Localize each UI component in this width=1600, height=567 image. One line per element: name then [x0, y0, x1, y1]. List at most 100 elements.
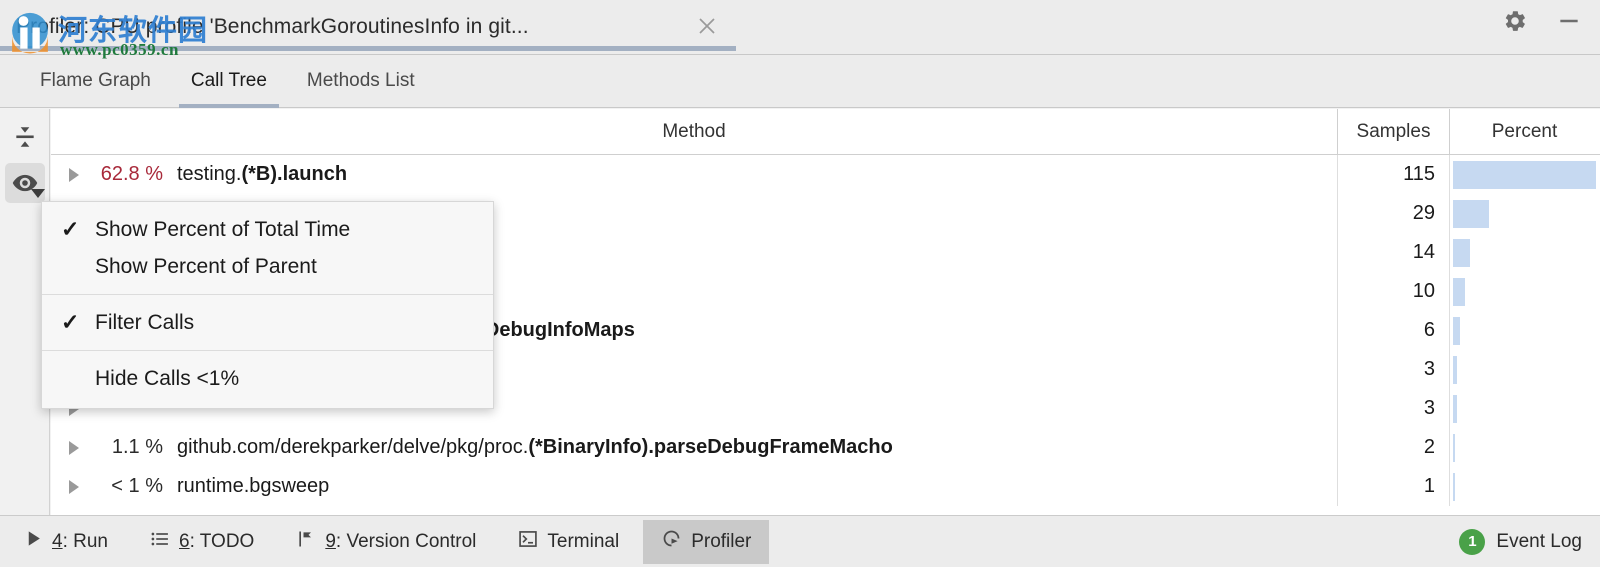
- close-icon[interactable]: [695, 14, 719, 38]
- cell-percent-bar: [1449, 233, 1599, 272]
- cell-method-name: runtime.bgsweep: [177, 475, 329, 498]
- percent-bar: [1453, 238, 1471, 267]
- cell-percent-bar: [1449, 311, 1599, 350]
- event-log-label: Event Log: [1496, 530, 1582, 552]
- cell-percent-bar: [1449, 428, 1599, 467]
- method-package: runtime.bgsweep: [177, 475, 330, 497]
- cell-samples: 115: [1337, 155, 1449, 194]
- tab-call-tree-label: Call Tree: [190, 70, 267, 91]
- status-item-event-log[interactable]: 1 Event Log: [1459, 528, 1582, 555]
- percent-bar: [1453, 472, 1455, 501]
- view-tab-bar: Flame Graph Call Tree Methods List: [0, 55, 1600, 108]
- cell-method-name: testing.(*B).launch: [177, 163, 347, 186]
- table-row[interactable]: < 1 % runtime.bgsweep 1: [51, 467, 1600, 506]
- percent-bar: [1453, 394, 1457, 423]
- percent-bar: [1453, 433, 1456, 462]
- percent-bar: [1453, 316, 1461, 345]
- title-bar-actions: [1502, 8, 1582, 39]
- minimize-icon[interactable]: [1556, 8, 1582, 39]
- menu-item-show-percent-total-time-label: Show Percent of Total Time: [95, 217, 351, 241]
- cell-samples: 29: [1337, 194, 1449, 233]
- method-symbol: (*BinaryInfo).parseDebugFrameMacho: [528, 436, 893, 458]
- cell-percent-text: 62.8 %: [100, 163, 163, 185]
- percent-bar: [1453, 199, 1489, 228]
- status-item-version-control-key: 9: [325, 530, 336, 552]
- event-log-badge: 1: [1459, 528, 1486, 555]
- status-item-run-key: 4: [52, 530, 63, 552]
- column-header-method[interactable]: Method: [51, 109, 1337, 155]
- status-item-todo-key: 6: [179, 530, 190, 552]
- profiler-window: Profiler: CPU profile 'BenchmarkGoroutin…: [0, 0, 1600, 567]
- percent-bar: [1453, 160, 1596, 189]
- column-header-percent[interactable]: Percent: [1449, 108, 1599, 155]
- cell-samples: 3: [1337, 350, 1449, 389]
- table-row[interactable]: 62.8 % testing.(*B).launch 115: [51, 155, 1600, 194]
- view-options-menu: Show Percent of Total Time Show Percent …: [41, 201, 494, 409]
- status-item-terminal[interactable]: Terminal: [500, 520, 637, 564]
- chevron-down-icon[interactable]: [31, 189, 45, 198]
- menu-separator: [42, 350, 493, 351]
- tab-call-tree[interactable]: Call Tree: [171, 55, 287, 108]
- tab-methods-list-label: Methods List: [306, 70, 415, 91]
- cell-method: < 1 % runtime.bgsweep: [51, 467, 1337, 506]
- tab-flame-graph-label: Flame Graph: [40, 70, 151, 91]
- menu-item-filter-calls-label: Filter Calls: [95, 310, 195, 334]
- table-header-row: Method Samples Percent: [51, 108, 1600, 155]
- collapse-all-icon[interactable]: [5, 117, 45, 157]
- status-item-run[interactable]: 4: Run: [6, 520, 126, 564]
- status-item-profiler[interactable]: Profiler: [643, 519, 770, 564]
- cell-percent-bar: [1449, 272, 1599, 311]
- status-item-profiler-label: Profiler: [691, 530, 752, 552]
- status-item-terminal-label: Terminal: [547, 530, 620, 552]
- todo-list-icon: [150, 529, 170, 555]
- menu-item-show-percent-parent[interactable]: Show Percent of Parent: [42, 248, 493, 285]
- cell-percent-bar: [1449, 467, 1599, 506]
- window-tab-underline: [0, 46, 736, 51]
- cell-percent-bar: [1449, 389, 1599, 428]
- status-bar: 4: Run 6: TODO 9: Version Control Termin…: [0, 515, 1600, 567]
- percent-bar: [1453, 277, 1466, 306]
- method-package: github.com/derekparker/delve/pkg/proc.: [177, 436, 529, 458]
- status-item-todo-label: : TODO: [189, 530, 255, 552]
- cell-samples: 1: [1337, 467, 1449, 506]
- status-item-run-label: : Run: [62, 530, 108, 552]
- version-control-icon: [296, 529, 316, 555]
- cell-samples: 6: [1337, 311, 1449, 350]
- column-header-samples[interactable]: Samples: [1337, 108, 1449, 155]
- cell-samples: 14: [1337, 233, 1449, 272]
- method-symbol: (*B).launch: [241, 163, 348, 185]
- title-bar: Profiler: CPU profile 'BenchmarkGoroutin…: [0, 0, 1600, 59]
- expand-triangle-icon[interactable]: [63, 467, 85, 506]
- cell-samples: 3: [1337, 389, 1449, 428]
- menu-item-show-percent-total-time[interactable]: Show Percent of Total Time: [42, 211, 493, 248]
- menu-item-show-percent-parent-label: Show Percent of Parent: [95, 254, 317, 278]
- status-item-version-control-label: : Version Control: [335, 530, 477, 552]
- cell-samples: 2: [1337, 428, 1449, 467]
- cell-percent-text: 1.1 %: [111, 436, 163, 458]
- cell-method-name: github.com/derekparker/delve/pkg/proc.(*…: [177, 436, 893, 459]
- cell-method: 62.8 % testing.(*B).launch: [51, 155, 1337, 194]
- table-row[interactable]: 1.1 % github.com/derekparker/delve/pkg/pr…: [51, 428, 1600, 467]
- gear-icon[interactable]: [1502, 8, 1528, 39]
- status-item-todo[interactable]: 6: TODO: [132, 520, 272, 564]
- expand-triangle-icon[interactable]: [63, 155, 85, 194]
- terminal-icon: [518, 529, 538, 555]
- cell-method: 1.1 % github.com/derekparker/delve/pkg/pr…: [51, 428, 1337, 467]
- cell-samples: 10: [1337, 272, 1449, 311]
- menu-item-filter-calls[interactable]: Filter Calls: [42, 304, 493, 341]
- status-item-version-control[interactable]: 9: Version Control: [278, 520, 494, 564]
- profiler-icon: [661, 528, 682, 555]
- method-package: testing.: [177, 163, 242, 185]
- tab-methods-list[interactable]: Methods List: [287, 55, 435, 108]
- run-icon: [24, 529, 43, 554]
- cell-percent-bar: [1449, 350, 1599, 389]
- tab-flame-graph[interactable]: Flame Graph: [20, 55, 171, 108]
- menu-item-hide-calls-under-1-percent[interactable]: Hide Calls <1%: [42, 360, 493, 397]
- percent-bar: [1453, 355, 1457, 384]
- cell-percent-bar: [1449, 155, 1599, 194]
- menu-item-hide-calls-under-1-percent-label: Hide Calls <1%: [95, 366, 240, 390]
- menu-separator: [42, 294, 493, 295]
- cell-percent-text: < 1 %: [111, 475, 163, 497]
- cell-percent-bar: [1449, 194, 1599, 233]
- expand-triangle-icon[interactable]: [63, 428, 85, 467]
